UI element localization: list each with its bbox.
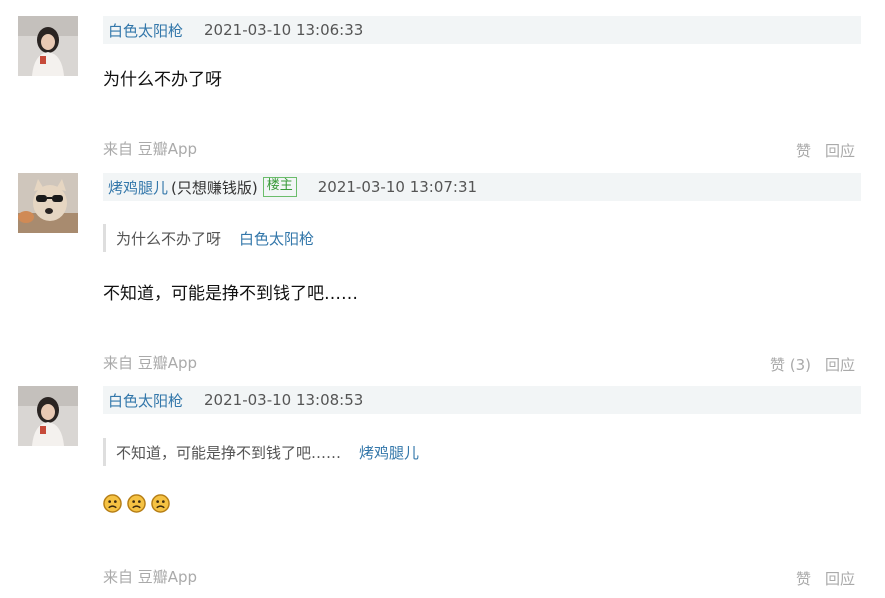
like-button[interactable]: 赞 (3): [770, 354, 811, 375]
timestamp: 2021-03-10 13:07:31: [317, 178, 478, 196]
author-link[interactable]: 白色太阳枪: [108, 390, 183, 411]
reply-button[interactable]: 回应: [825, 140, 855, 161]
source-label: 来自 豆瓣App: [103, 568, 198, 586]
comment-footer: 来自 豆瓣App 赞 回应: [103, 566, 855, 588]
reply-button[interactable]: 回应: [825, 568, 855, 589]
quote-text: 不知道，可能是挣不到钱了吧……: [116, 443, 342, 462]
comment-header: 白色太阳枪 2021-03-10 13:08:53: [103, 386, 861, 414]
like-button[interactable]: 赞: [796, 140, 811, 161]
comment-text: 为什么不办了呀: [103, 70, 222, 90]
quoted-comment: 不知道，可能是挣不到钱了吧…… 烤鸡腿儿: [103, 438, 419, 466]
quote-text: 为什么不办了呀: [116, 229, 222, 248]
timestamp: 2021-03-10 13:08:53: [204, 391, 364, 409]
author-note: (只想赚钱版): [171, 178, 258, 197]
avatar[interactable]: [18, 173, 78, 233]
comment-footer: 来自 豆瓣App 赞 (3) 回应: [103, 352, 855, 374]
quoted-comment: 为什么不办了呀 白色太阳枪: [103, 224, 314, 252]
comment-footer: 来自 豆瓣App 赞 回应: [103, 138, 855, 160]
comment-header: 烤鸡腿儿 (只想赚钱版) 楼主 2021-03-10 13:07:31: [103, 173, 861, 201]
author-link[interactable]: 烤鸡腿儿: [108, 177, 168, 198]
timestamp: 2021-03-10 13:06:33: [204, 21, 364, 39]
quote-author-link[interactable]: 白色太阳枪: [239, 228, 314, 249]
sad-face-icon: [127, 493, 146, 513]
like-button[interactable]: 赞: [796, 568, 811, 589]
avatar[interactable]: [18, 386, 78, 446]
source-label: 来自 豆瓣App: [103, 140, 198, 158]
reply-button[interactable]: 回应: [825, 354, 855, 375]
comment-header: 白色太阳枪 2021-03-10 13:06:33: [103, 16, 861, 44]
sad-face-icon: [103, 493, 122, 513]
quote-author-link[interactable]: 烤鸡腿儿: [359, 442, 419, 463]
sad-face-icon: [151, 493, 170, 513]
op-badge: 楼主: [262, 177, 297, 197]
source-label: 来自 豆瓣App: [103, 354, 198, 372]
author-link[interactable]: 白色太阳枪: [108, 20, 183, 41]
avatar[interactable]: [18, 16, 78, 76]
comment-text: 不知道，可能是挣不到钱了吧……: [103, 284, 358, 304]
comment-emoji-row: [103, 493, 175, 513]
